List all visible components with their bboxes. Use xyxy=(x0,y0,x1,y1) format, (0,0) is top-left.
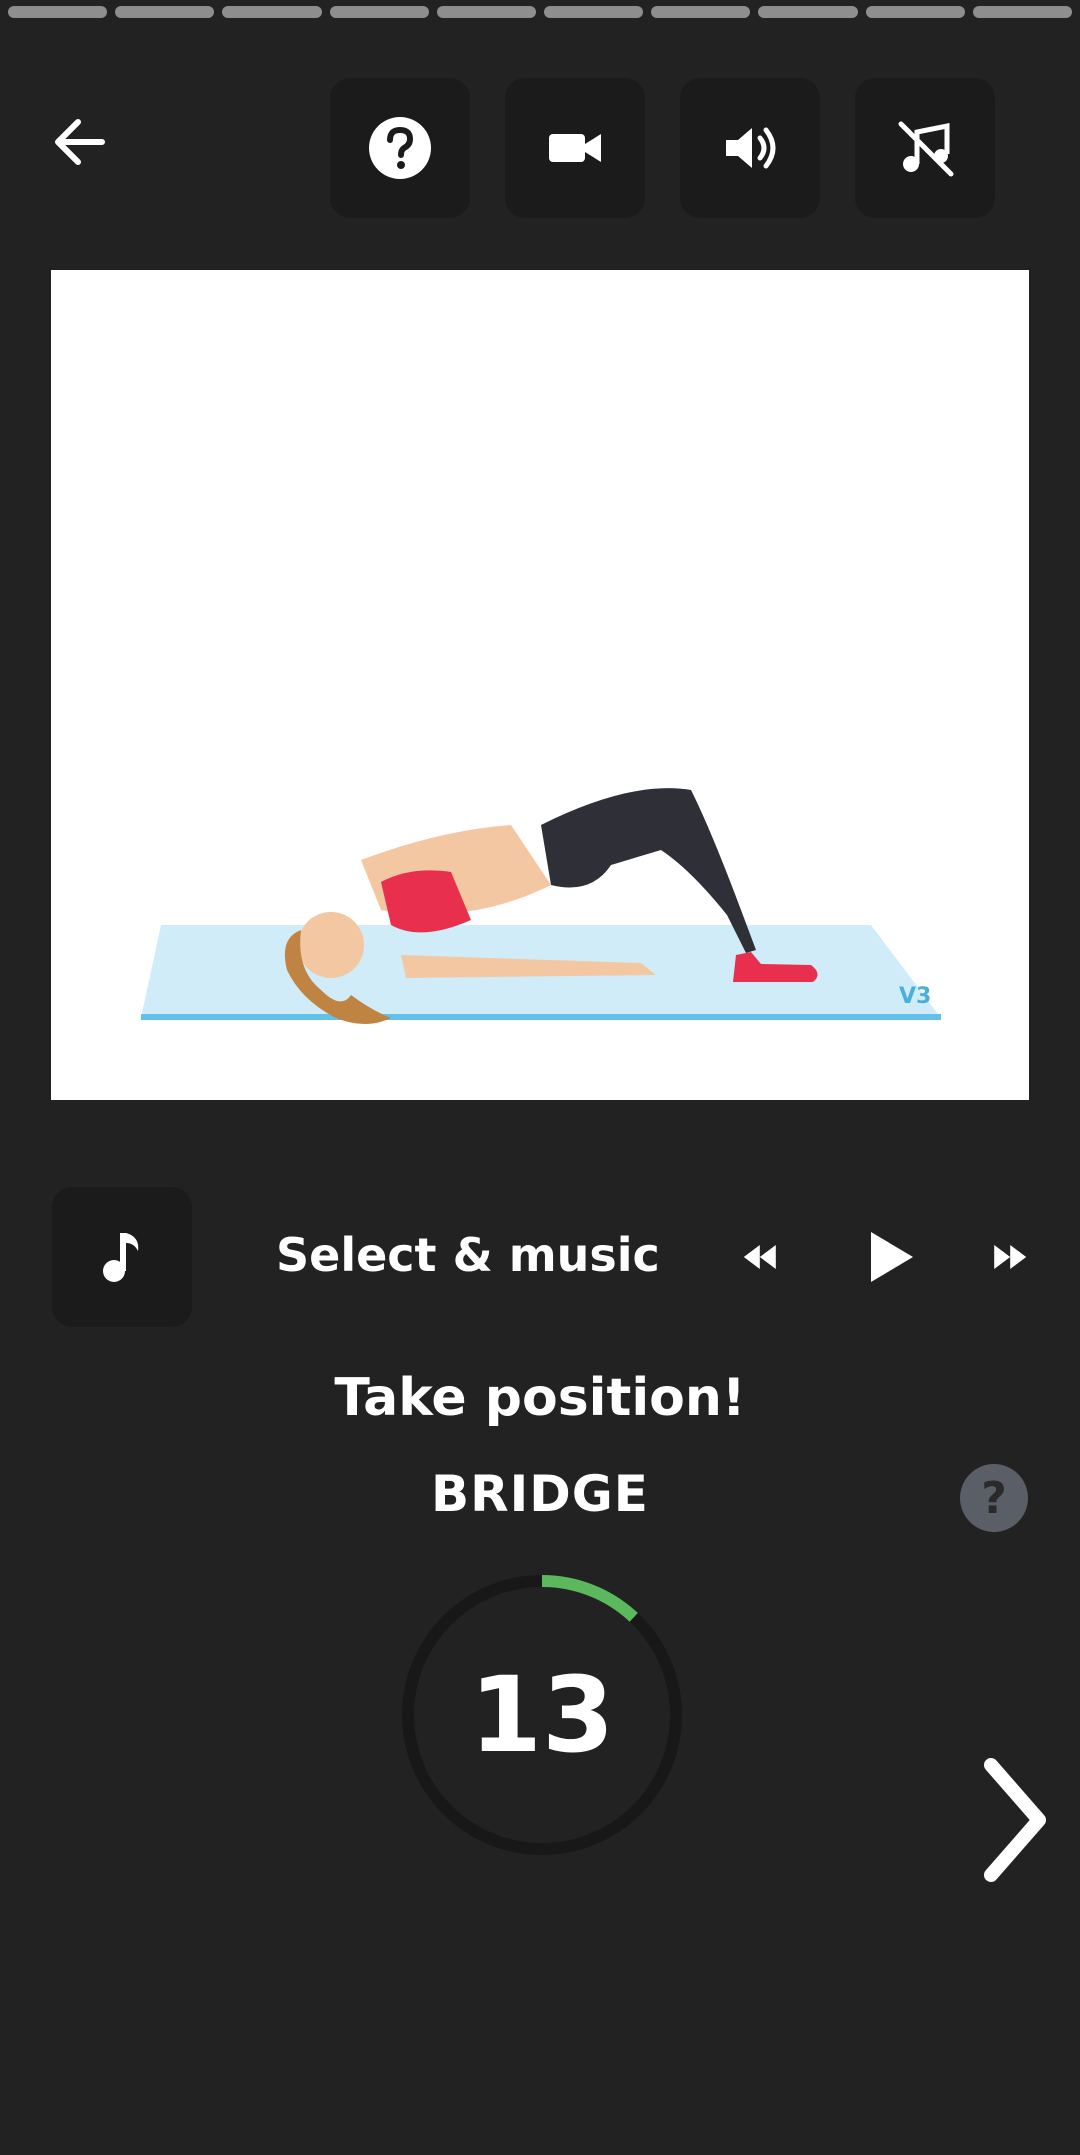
play-button[interactable] xyxy=(853,1222,923,1292)
music-toggle-button[interactable] xyxy=(855,78,995,218)
exercise-progress-segments xyxy=(8,6,1073,18)
rewind-button[interactable] xyxy=(724,1222,794,1292)
chevron-right-icon xyxy=(984,1758,1046,1882)
play-icon xyxy=(871,1232,913,1282)
back-arrow-icon xyxy=(55,119,105,165)
help-button[interactable] xyxy=(330,78,470,218)
countdown-timer: 13 xyxy=(397,1570,687,1860)
exercise-status: Take position! xyxy=(334,1368,746,1428)
progress-segment xyxy=(758,6,858,18)
bridge-exercise-illustration: V3 xyxy=(141,788,941,1024)
svg-text:V3: V3 xyxy=(899,984,931,1009)
fast-forward-icon xyxy=(994,1245,1027,1269)
volume-icon xyxy=(726,127,776,169)
progress-segment xyxy=(222,6,322,18)
progress-segment xyxy=(544,6,644,18)
video-camera-icon xyxy=(549,134,601,162)
next-exercise-button[interactable] xyxy=(975,1755,1055,1885)
timer-value: 13 xyxy=(469,1654,615,1776)
music-off-icon xyxy=(898,121,954,177)
music-select-button[interactable] xyxy=(52,1187,192,1327)
video-button[interactable] xyxy=(505,78,645,218)
progress-segment xyxy=(651,6,751,18)
progress-segment xyxy=(329,6,429,18)
exercise-name: BRIDGE xyxy=(431,1465,649,1523)
rewind-icon xyxy=(743,1245,776,1269)
progress-segment xyxy=(972,6,1073,18)
fast-forward-button[interactable] xyxy=(976,1222,1046,1292)
question-mark-icon: ? xyxy=(981,1472,1007,1524)
progress-segment xyxy=(436,6,537,18)
music-select-label[interactable]: Select & music xyxy=(276,1228,660,1282)
progress-segment xyxy=(865,6,965,18)
progress-segment xyxy=(115,6,215,18)
exercise-illustration: V3 xyxy=(51,270,1029,1100)
music-note-icon xyxy=(103,1233,139,1282)
exercise-info-button[interactable]: ? xyxy=(960,1464,1028,1532)
progress-segment xyxy=(8,6,108,18)
help-icon xyxy=(369,117,431,179)
volume-button[interactable] xyxy=(680,78,820,218)
back-button[interactable] xyxy=(48,110,112,174)
